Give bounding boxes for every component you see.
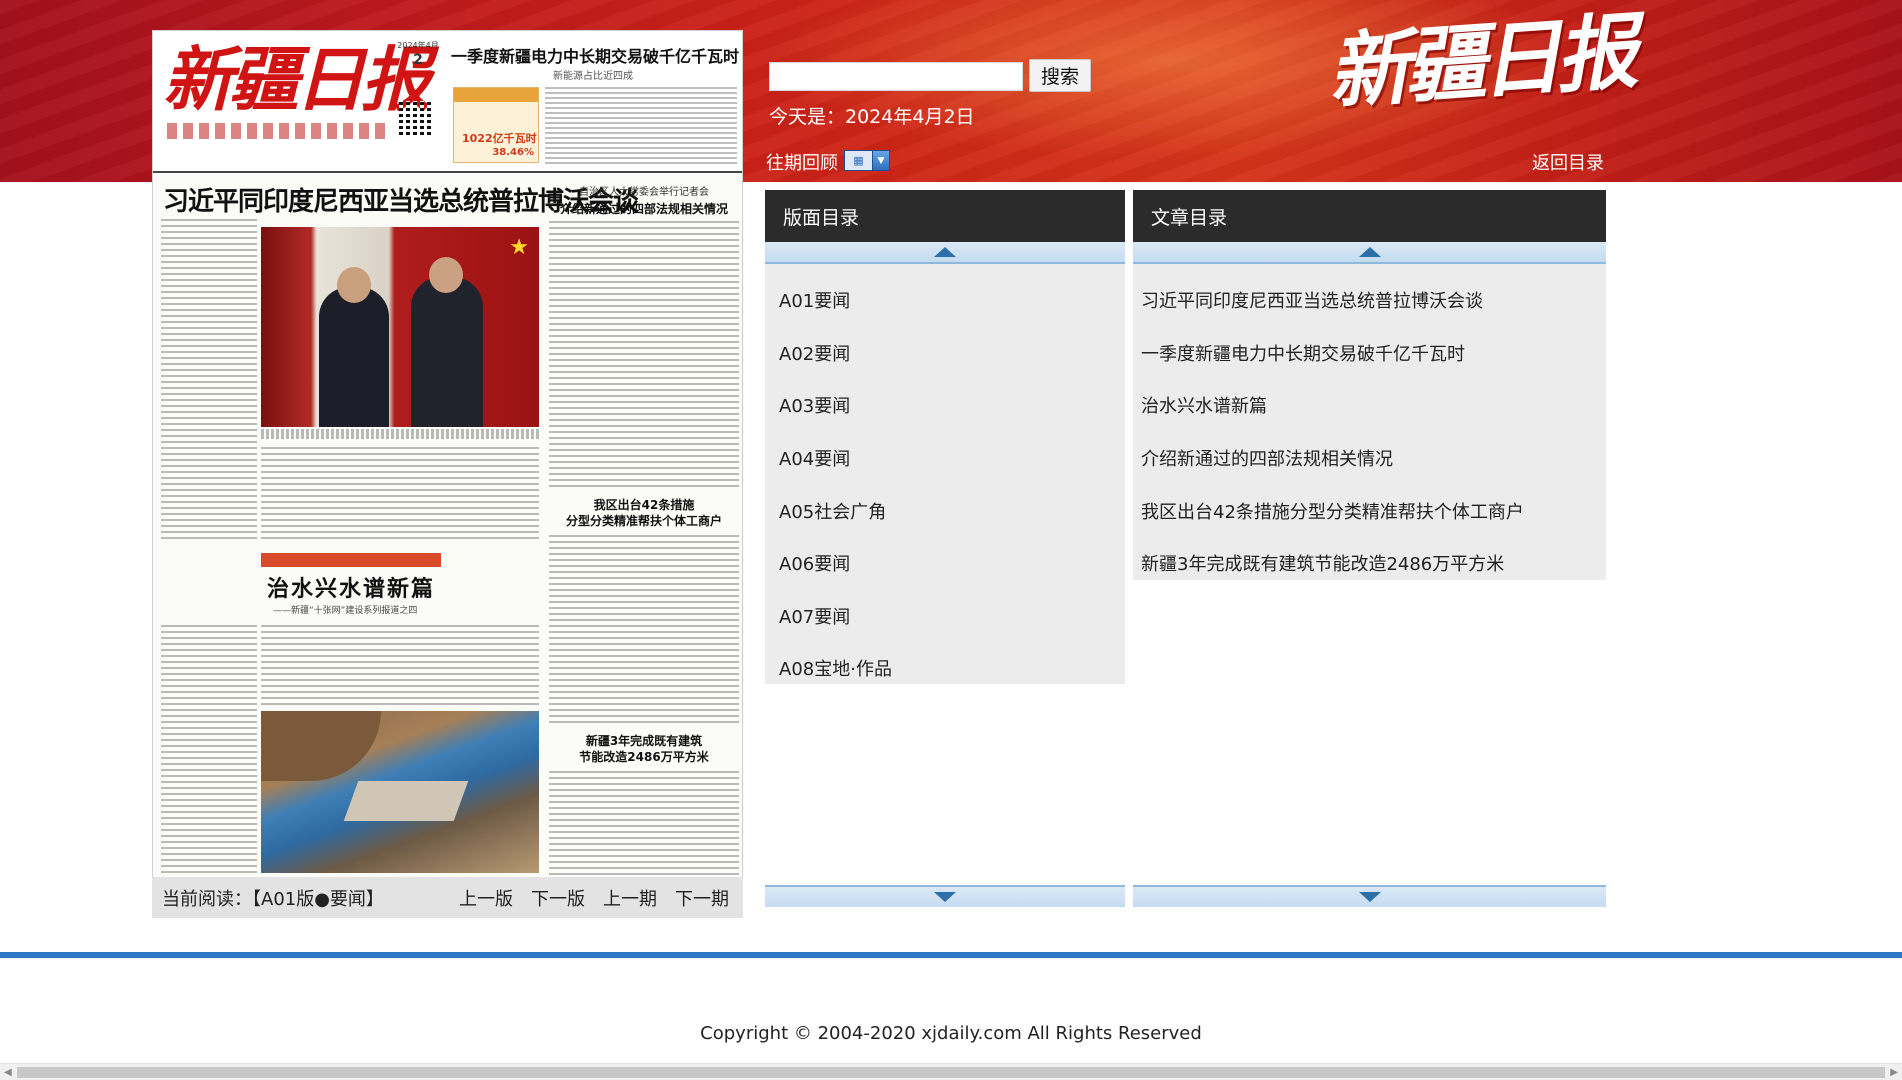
- article-kicker: 自治区人大常委会举行记者会: [579, 187, 709, 198]
- article-body-text: [549, 221, 739, 489]
- masthead-body-text: [545, 87, 737, 165]
- infographic-number: 1022亿千瓦时: [462, 132, 537, 145]
- current-reading-label: 当前阅读：【A01版●要闻】: [162, 888, 384, 910]
- article-headline-measures[interactable]: 我区出台42条措施 分型分类精准帮扶个体工商户: [549, 497, 739, 529]
- article-item[interactable]: 习近平同印度尼西亚当选总统普拉博沃会谈: [1133, 274, 1606, 327]
- masthead-date-line: 2024年4月: [397, 41, 439, 50]
- next-issue-link[interactable]: 下一期: [675, 885, 729, 911]
- news-photo-dam: [261, 711, 539, 873]
- article-body-text: [161, 625, 257, 885]
- footer-divider: [0, 952, 1902, 958]
- search-input[interactable]: [769, 62, 1023, 91]
- layout-item[interactable]: A03要闻: [765, 379, 1125, 432]
- masthead-infographic: 1022亿千瓦时 38.46%: [453, 87, 539, 163]
- chevron-down-icon: ▼: [877, 155, 885, 166]
- article-title-line1: 新疆3年完成既有建筑: [585, 734, 703, 748]
- newspaper-masthead: 新疆日报 2024年4月 2 一季度新疆电力中长期交易破千亿千瓦时 新能源占比近…: [153, 31, 742, 173]
- scroll-down-button[interactable]: [765, 885, 1125, 907]
- article-title: 介绍新通过的四部法规相关情况: [559, 202, 728, 216]
- article-headline-water[interactable]: 治水兴水谱新篇: [253, 571, 449, 603]
- article-body-text: [261, 447, 539, 539]
- triangle-up-icon: [934, 247, 956, 257]
- newspaper-masthead-logo: 新疆日报: [163, 38, 431, 121]
- layout-item[interactable]: A01要闻: [765, 274, 1125, 327]
- page-navigation: 上一版 下一版 上一期 下一期: [459, 885, 729, 911]
- article-body-text: [549, 535, 739, 725]
- copyright-text: Copyright © 2004-2020 xjdaily.com All Ri…: [700, 1023, 1202, 1044]
- calendar-icon: ▦: [845, 151, 873, 170]
- scroll-right-icon[interactable]: ▶: [1890, 1067, 1898, 1078]
- article-item[interactable]: 一季度新疆电力中长期交易破千亿千瓦时: [1133, 327, 1606, 380]
- layout-item[interactable]: A06要闻: [765, 537, 1125, 590]
- star-icon: ★: [509, 235, 529, 260]
- article-directory-panel: 文章目录 习近平同印度尼西亚当选总统普拉博沃会谈 一季度新疆电力中长期交易破千亿…: [1133, 190, 1606, 580]
- horizontal-scrollbar[interactable]: ◀ ▶: [0, 1063, 1902, 1080]
- triangle-down-icon: [934, 892, 956, 902]
- today-date-label: 今天是：2024年4月2日: [769, 106, 975, 128]
- layout-list: A01要闻 A02要闻 A03要闻 A04要闻 A05社会广角 A06要闻 A0…: [765, 274, 1125, 695]
- scroll-up-button[interactable]: [765, 242, 1125, 264]
- article-item[interactable]: 介绍新通过的四部法规相关情况: [1133, 432, 1606, 485]
- article-list: 习近平同印度尼西亚当选总统普拉博沃会谈 一季度新疆电力中长期交易破千亿千瓦时 治…: [1133, 274, 1606, 590]
- infographic-percent: 38.46%: [492, 147, 534, 158]
- qr-code-icon: [397, 99, 435, 137]
- past-issues-label: 往期回顾: [766, 153, 838, 174]
- article-title-line2: 节能改造2486万平方米: [579, 750, 709, 764]
- article-headline-energy[interactable]: 新疆3年完成既有建筑 节能改造2486万平方米: [549, 733, 739, 765]
- calendar-picker-button[interactable]: ▦ ▼: [844, 150, 890, 171]
- triangle-down-icon: [1358, 892, 1381, 902]
- next-page-link[interactable]: 下一版: [531, 885, 585, 911]
- article-directory-title: 文章目录: [1133, 190, 1606, 242]
- site-logo[interactable]: 新疆日报: [1325, 4, 1635, 123]
- article-item[interactable]: 我区出台42条措施分型分类精准帮扶个体工商户: [1133, 484, 1606, 537]
- prev-issue-link[interactable]: 上一期: [603, 885, 657, 911]
- scroll-down-button[interactable]: [1133, 885, 1606, 907]
- article-body-text: [161, 219, 257, 539]
- scroll-up-button[interactable]: [1133, 242, 1606, 264]
- news-photo-handshake: ★: [261, 227, 539, 427]
- reading-nav-bar: 当前阅读：【A01版●要闻】 上一版 下一版 上一期 下一期: [152, 877, 743, 918]
- masthead-day: 2: [413, 52, 423, 68]
- layout-directory-title: 版面目录: [765, 190, 1125, 242]
- article-body-text: [261, 625, 539, 709]
- article-subheadline: ——新疆“十张网”建设系列报道之四: [273, 606, 418, 616]
- newspaper-page-image[interactable]: 新疆日报 2024年4月 2 一季度新疆电力中长期交易破千亿千瓦时 新能源占比近…: [152, 30, 743, 889]
- triangle-up-icon: [1358, 247, 1381, 257]
- section-banner: [261, 553, 441, 567]
- masthead-headline-sub: 新能源占比近四成: [553, 71, 633, 82]
- prev-page-link[interactable]: 上一版: [459, 885, 513, 911]
- article-body-text: [549, 771, 739, 883]
- layout-item[interactable]: A02要闻: [765, 327, 1125, 380]
- masthead-headline[interactable]: 一季度新疆电力中长期交易破千亿千瓦时: [451, 43, 741, 67]
- article-title-line1: 我区出台42条措施: [593, 498, 695, 512]
- search-button[interactable]: 搜索: [1029, 59, 1091, 92]
- layout-item[interactable]: A05社会广角: [765, 484, 1125, 537]
- layout-item[interactable]: A08宝地·作品: [765, 642, 1125, 695]
- scroll-left-icon[interactable]: ◀: [4, 1067, 12, 1078]
- article-headline-laws[interactable]: 自治区人大常委会举行记者会 介绍新通过的四部法规相关情况: [549, 185, 739, 217]
- layout-item[interactable]: A07要闻: [765, 590, 1125, 643]
- layout-directory-panel: 版面目录 A01要闻 A02要闻 A03要闻 A04要闻 A05社会广角 A06…: [765, 190, 1125, 684]
- photo-caption: [261, 429, 539, 439]
- return-to-contents-link[interactable]: 返回目录: [1532, 149, 1604, 175]
- article-title-line2: 分型分类精准帮扶个体工商户: [565, 514, 722, 528]
- article-item[interactable]: 治水兴水谱新篇: [1133, 379, 1606, 432]
- article-item[interactable]: 新疆3年完成既有建筑节能改造2486万平方米: [1133, 537, 1606, 590]
- layout-item[interactable]: A04要闻: [765, 432, 1125, 485]
- masthead-script-line: [167, 123, 387, 139]
- scrollbar-thumb[interactable]: [17, 1067, 1885, 1078]
